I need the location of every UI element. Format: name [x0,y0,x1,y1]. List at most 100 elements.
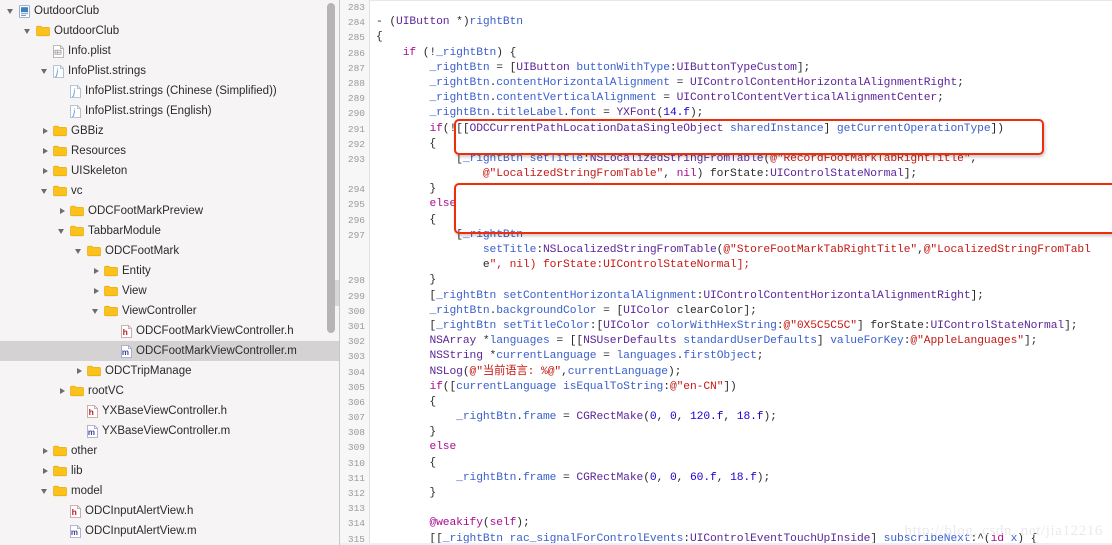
tree-item[interactable]: ViewController [0,301,339,321]
tree-item[interactable]: m YXBaseViewController.m [0,421,339,441]
code-line[interactable] [370,0,1112,15]
folder-icon [53,185,67,197]
chevron-down-icon[interactable] [74,246,85,257]
chevron-right-icon[interactable] [57,206,68,217]
code-line[interactable]: NSLog(@"当前语言: %@",currentLanguage); [370,365,1112,380]
code-line[interactable]: - (UIButton *)rightBtn [370,15,1112,30]
tree-item[interactable]: vc [0,181,339,201]
tree-item[interactable]: Resources [0,141,339,161]
folder-icon [53,165,67,177]
source-editor[interactable]: 283 284 285 286 287 288 289 290 291 292 293 294 295 2… [340,0,1112,545]
tree-item[interactable]: Info.plist [0,41,339,61]
chevron-right-icon[interactable] [40,446,51,457]
line-number: 314 [347,518,365,530]
code-area[interactable]: - (UIButton *)rightBtn{ if (!_rightBtn) … [370,0,1112,545]
tree-item[interactable]: h YXBaseViewController.h [0,401,339,421]
sidebar-vertical-scrollbar[interactable] [327,0,335,545]
tree-item[interactable]: lib [0,461,339,481]
tree-item[interactable]: m ODCInputAlertView.m [0,521,339,541]
code-line[interactable]: if (!_rightBtn) { [370,46,1112,61]
chevron-down-icon[interactable] [6,6,17,17]
tree-item[interactable]: h ODCInputAlertView.h [0,501,339,521]
tree-item[interactable]: Entity [0,261,339,281]
svg-text:j: j [72,107,76,117]
code-line[interactable]: [_rightBtn [370,228,1112,243]
code-line[interactable]: @"LocalizedStringFromTable", nil) forSta… [370,167,1112,182]
header-file-icon: h [121,324,132,338]
tree-item[interactable]: OutdoorClub [0,21,339,41]
chevron-down-icon[interactable] [40,186,51,197]
code-line[interactable]: } [370,486,1112,501]
code-line[interactable]: { [370,137,1112,152]
code-line[interactable]: NSArray *languages = [[NSUserDefaults st… [370,334,1112,349]
tree-item[interactable]: other [0,441,339,461]
folder-icon [53,125,67,137]
tree-item[interactable]: TabbarModule [0,221,339,241]
project-file-tree[interactable]: OutdoorClub OutdoorClub Info.plist j InfoPli… [0,0,339,541]
tree-item[interactable]: GBBiz [0,121,339,141]
code-line[interactable]: _rightBtn.frame = CGRectMake(0, 0, 120.f… [370,410,1112,425]
code-line[interactable]: { [370,30,1112,45]
chevron-right-icon[interactable] [57,386,68,397]
code-line[interactable]: [_rightBtn setContentHorizontalAlignment… [370,289,1112,304]
code-line[interactable]: _rightBtn.titleLabel.font = YXFont(14.f)… [370,106,1112,121]
tree-item[interactable]: UISkeleton [0,161,339,181]
line-number: 292 [347,138,365,150]
tree-item-label: Entity [122,265,151,277]
code-line[interactable]: else [370,440,1112,455]
chevron-right-icon[interactable] [91,266,102,277]
tree-item-label: model [71,485,103,497]
code-line[interactable]: _rightBtn.backgroundColor = [UIColor cle… [370,304,1112,319]
tree-item[interactable]: ODCFootMark [0,241,339,261]
code-line[interactable]: if([currentLanguage isEqualToString:@"en… [370,380,1112,395]
tree-item[interactable]: m ODCFootMarkViewController.m [0,341,339,361]
chevron-down-icon[interactable] [91,306,102,317]
code-line[interactable]: setTitle:NSLocalizedStringFromTable(@"St… [370,243,1112,258]
code-line[interactable]: e", nil) forState:UIControlStateNormal]; [370,258,1112,273]
code-line[interactable]: else [370,197,1112,212]
chevron-right-icon[interactable] [40,146,51,157]
code-lines[interactable]: - (UIButton *)rightBtn{ if (!_rightBtn) … [370,0,1112,545]
watermark-text: http://blog. csdn. net/jia12216 [904,523,1103,539]
chevron-right-icon[interactable] [40,166,51,177]
folder-icon [36,25,50,37]
chevron-down-icon[interactable] [57,226,68,237]
tree-item[interactable]: j InfoPlist.strings (English) [0,101,339,121]
code-line[interactable]: { [370,456,1112,471]
sidebar-scrollbar-thumb[interactable] [327,3,335,333]
code-line[interactable]: _rightBtn.frame = CGRectMake(0, 0, 60.f,… [370,471,1112,486]
code-line[interactable]: { [370,395,1112,410]
code-line[interactable] [370,501,1112,516]
code-line[interactable]: _rightBtn.contentVerticalAlignment = UIC… [370,91,1112,106]
tree-item[interactable]: View [0,281,339,301]
code-line[interactable]: [_rightBtn setTitleColor:[UIColor colorW… [370,319,1112,334]
tree-item[interactable]: ODCTripManage [0,361,339,381]
code-line[interactable]: } [370,182,1112,197]
tree-item[interactable]: rootVC [0,381,339,401]
tree-item[interactable]: j InfoPlist.strings (Chinese (Simplified)… [0,81,339,101]
project-navigator[interactable]: OutdoorClub OutdoorClub Info.plist j InfoPli… [0,0,340,545]
chevron-right-icon[interactable] [74,366,85,377]
chevron-right-icon[interactable] [40,126,51,137]
chevron-down-icon[interactable] [40,66,51,77]
code-line[interactable]: } [370,425,1112,440]
tree-item[interactable]: ODCFootMarkPreview [0,201,339,221]
code-line[interactable]: if(![[ODCCurrentPathLocationDataSingleOb… [370,122,1112,137]
code-line[interactable]: _rightBtn = [UIButton buttonWithType:UIB… [370,61,1112,76]
tree-item[interactable]: h ODCFootMarkViewController.h [0,321,339,341]
chevron-down-icon[interactable] [23,26,34,37]
code-line[interactable]: NSString *currentLanguage = languages.fi… [370,349,1112,364]
code-line[interactable]: _rightBtn.contentHorizontalAlignment = U… [370,76,1112,91]
chevron-right-icon[interactable] [91,286,102,297]
chevron-right-icon[interactable] [40,466,51,477]
chevron-down-icon[interactable] [40,486,51,497]
tree-item[interactable]: j InfoPlist.strings [0,61,339,81]
tree-item[interactable]: model [0,481,339,501]
code-line[interactable]: } [370,273,1112,288]
sidebar-resize-handle[interactable] [335,280,339,306]
code-line[interactable]: { [370,213,1112,228]
code-line[interactable]: [_rightBtn setTitle:NSLocalizedStringFro… [370,152,1112,167]
tree-item[interactable]: OutdoorClub [0,1,339,21]
